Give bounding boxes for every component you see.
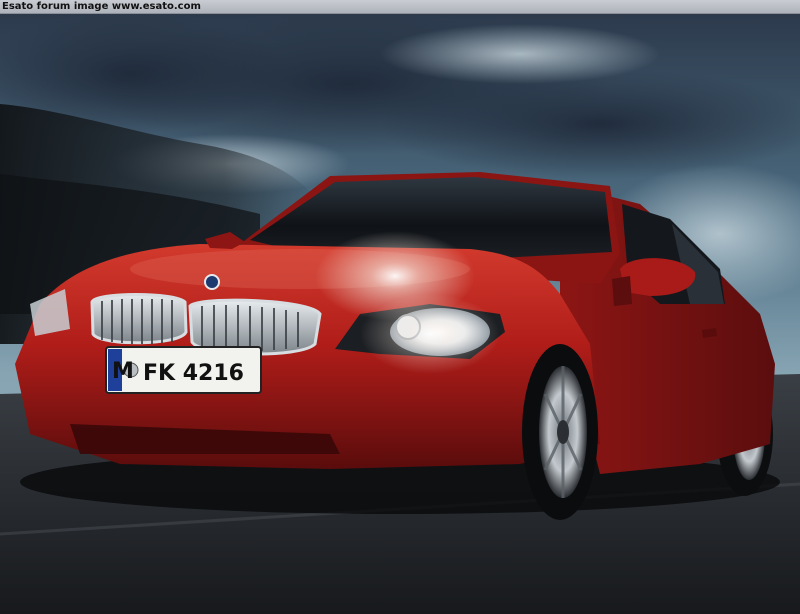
license-plate: M FK 4216: [105, 346, 262, 394]
watermark-text: Esato forum image www.esato.com: [2, 1, 201, 12]
watermark-bar: Esato forum image www.esato.com: [0, 0, 800, 14]
car-photo: M FK 4216: [0, 14, 800, 614]
plate-number: FK 4216: [143, 361, 244, 386]
plate-prefix: M: [112, 359, 134, 384]
